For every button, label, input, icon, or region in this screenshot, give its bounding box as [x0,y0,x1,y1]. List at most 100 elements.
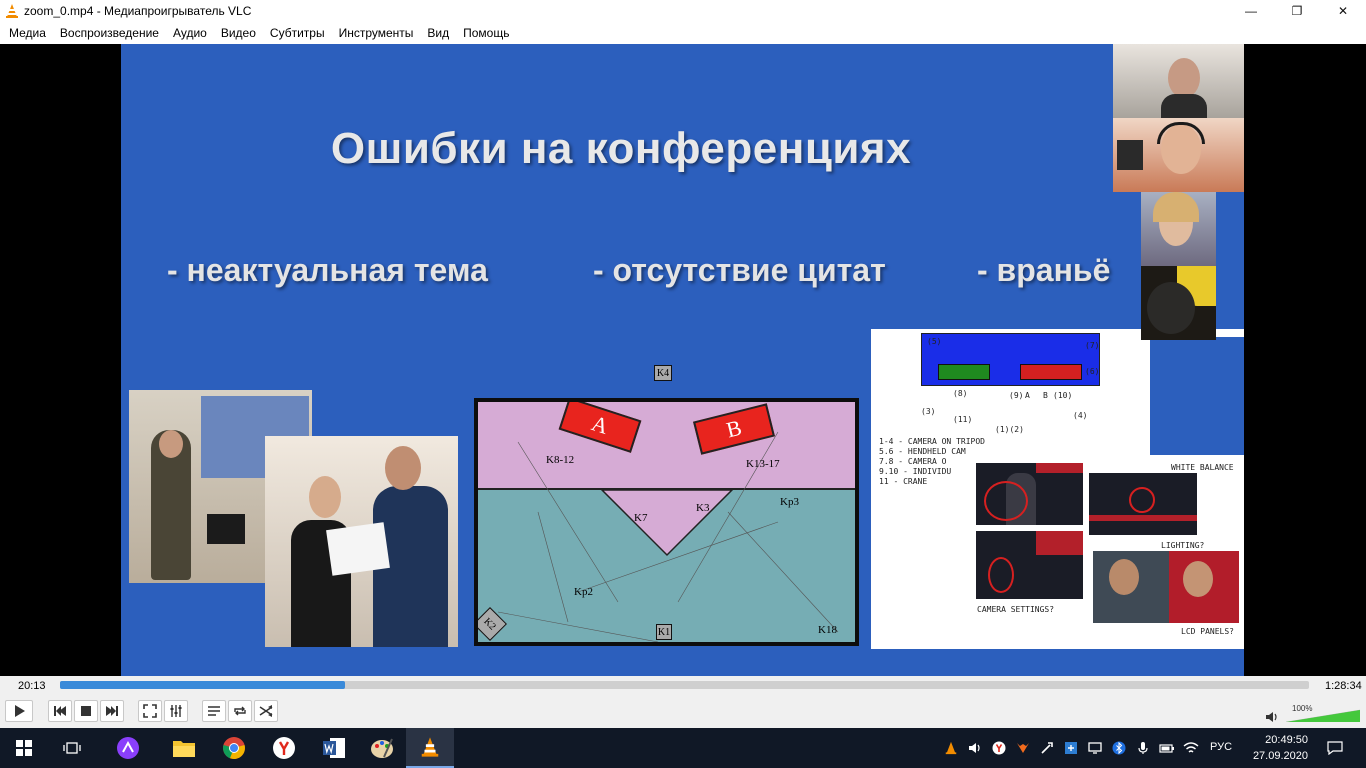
task-view-button[interactable] [48,728,96,768]
taskbar-word[interactable] [310,728,358,768]
thumb-camera-settings [976,531,1083,599]
player-controls: 20:13 1:28:34 100% [0,676,1366,728]
windows-logo-icon [16,740,32,756]
time-elapsed: 20:13 [18,680,46,692]
participant-video-3[interactable] [1141,192,1216,266]
menu-subtitles[interactable]: Субтитры [263,22,332,44]
seek-bar[interactable] [60,681,1309,689]
stop-icon [81,706,91,716]
task-view-icon [63,742,81,754]
time-total: 1:28:34 [1325,680,1362,692]
camera-errors-collage: (5) (7) (6) (8) (9) A B (10) (3) (11) (4… [871,329,1244,649]
diagram-label: K3 [696,502,710,514]
stop-button[interactable] [74,700,98,722]
extended-settings-button[interactable] [164,700,188,722]
camera-layout-diagram: A B K8-12 K13-17 K7 K3 Kp3 Kp2 K2 K1 K18 [474,398,859,646]
thumb-white-balance [976,463,1083,525]
menu-playback[interactable]: Воспроизведение [53,22,166,44]
slide-bullet-3: - враньё [977,252,1111,288]
play-icon [15,705,25,717]
tray-microphone-icon[interactable] [1134,739,1152,757]
zoom-participants-strip [1113,44,1244,340]
menu-media[interactable]: Медиа [2,22,53,44]
camera-legend: 1-4 - CAMERA ON TRIPOD 5.6 - HENDHELD CA… [879,437,985,486]
video-area[interactable]: Ошибки на конференциях - неактуальная те… [0,44,1366,676]
yandex-browser-icon [273,737,295,759]
window-title: zoom_0.mp4 - Медиапроигрыватель VLC [24,4,252,18]
loop-icon [234,706,246,716]
previous-button[interactable] [48,700,72,722]
notification-center-icon[interactable] [1326,739,1344,757]
tray-display-icon[interactable] [1086,739,1104,757]
slide-bullet-2: - отсутствие цитат [593,252,886,288]
equalizer-icon [170,705,182,717]
tray-wifi-icon[interactable] [1182,739,1200,757]
paint-palette-icon [371,738,393,758]
diagram-label-k4: K4 [654,365,672,381]
word-icon [323,738,345,758]
play-button[interactable] [5,700,33,722]
diagram-label: K7 [634,512,648,524]
participant-video-2[interactable] [1113,118,1244,192]
diagram-lines [497,431,839,642]
system-clock[interactable]: 20:49:50 27.09.2020 [1250,732,1308,764]
maximize-button[interactable]: ❐ [1274,0,1320,22]
menu-tools[interactable]: Инструменты [332,22,421,44]
presentation-slide: Ошибки на конференциях - неактуальная те… [121,44,1244,676]
diagram-label: K18 [818,624,837,636]
thumb-lcd-panels [1093,551,1239,623]
tray-network-app-icon[interactable] [1062,739,1080,757]
participant-video-1[interactable] [1113,44,1244,118]
speaker-icon[interactable] [1265,710,1279,724]
input-language[interactable]: РУС [1210,741,1232,753]
taskbar-explorer[interactable] [160,728,208,768]
caption-lcd-panels: LCD PANELS? [1181,627,1234,636]
tray-battery-icon[interactable] [1158,739,1176,757]
start-button[interactable] [0,728,48,768]
clock-date: 27.09.2020 [1252,750,1308,762]
slide-bullet-1: - неактуальная тема [167,252,488,288]
menu-help[interactable]: Помощь [456,22,516,44]
participant-video-4[interactable] [1141,266,1216,340]
menu-bar: Медиа Воспроизведение Аудио Видео Субтит… [0,22,1366,44]
diagram-label: Kp2 [574,586,593,598]
loop-button[interactable] [228,700,252,722]
folder-icon [173,741,195,757]
diagram-label: K8-12 [546,454,575,466]
tray-volume-icon[interactable] [966,739,984,757]
seek-bar-progress [60,681,346,689]
slide-title: Ошибки на конференциях [330,124,912,173]
taskbar-paint[interactable] [358,728,406,768]
tray-yandex-icon[interactable] [990,739,1008,757]
minimize-button[interactable]: — [1228,0,1274,22]
taskbar-yandex[interactable] [260,728,308,768]
diagram-label: Kp3 [780,496,799,508]
close-button[interactable]: ✕ [1320,0,1366,22]
tray-usb-icon[interactable] [1038,739,1056,757]
vlc-cone-icon [421,737,439,757]
clock-time: 20:49:50 [1265,734,1308,746]
menu-view[interactable]: Вид [420,22,456,44]
fullscreen-button[interactable] [138,700,162,722]
skip-forward-icon [106,706,118,716]
fullscreen-icon [143,704,157,718]
taskbar-vlc[interactable] [406,728,454,768]
alice-assistant-icon [117,737,139,759]
next-button[interactable] [100,700,124,722]
conference-photo-award [265,436,458,647]
tray-bluetooth-icon[interactable] [1110,739,1128,757]
skip-back-icon [54,706,66,716]
tray-vlc-icon[interactable] [942,739,960,757]
vlc-cone-icon [6,4,18,18]
playlist-button[interactable] [202,700,226,722]
shuffle-icon [259,705,273,717]
taskbar-chrome[interactable] [210,728,258,768]
menu-video[interactable]: Видео [214,22,263,44]
taskbar-alice[interactable] [104,728,152,768]
shuffle-button[interactable] [254,700,278,722]
volume-slider[interactable] [1286,704,1360,722]
tray-fox-icon[interactable] [1014,739,1032,757]
windows-taskbar: РУС 20:49:50 27.09.2020 [0,728,1366,768]
menu-audio[interactable]: Аудио [166,22,214,44]
playlist-icon [208,706,220,716]
